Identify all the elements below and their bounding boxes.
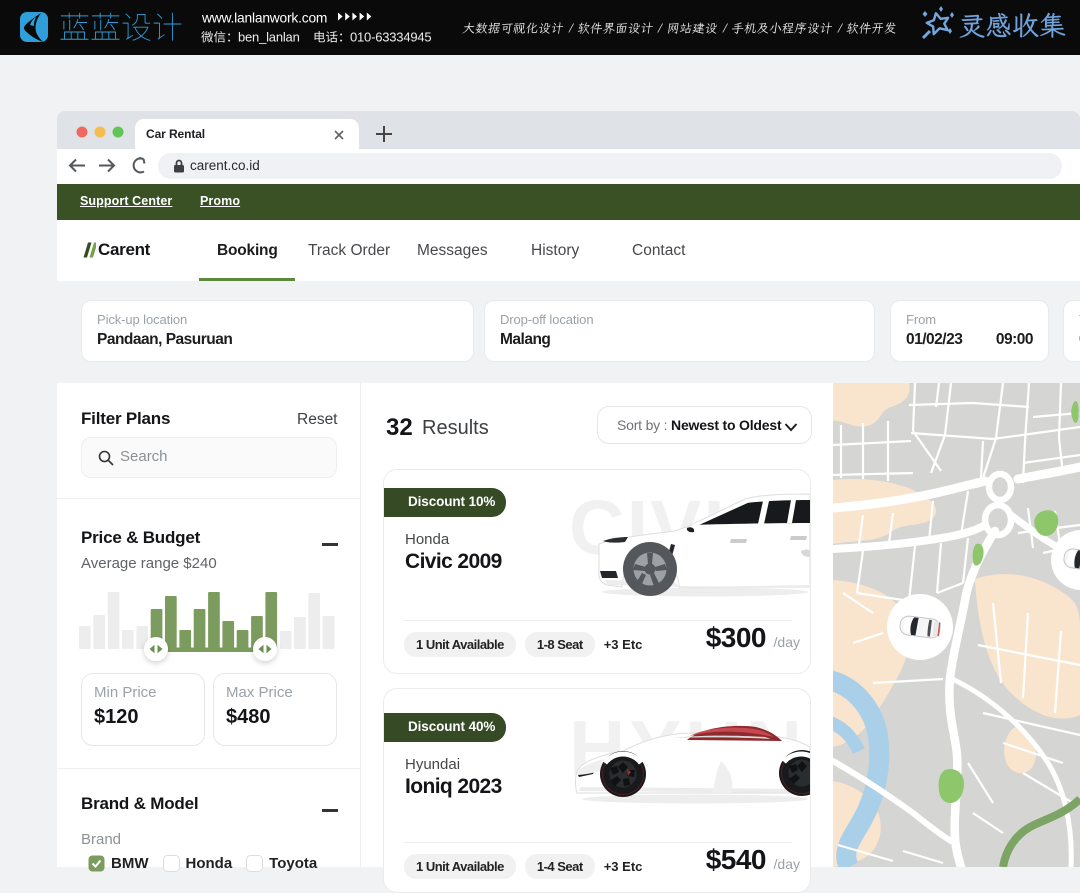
svg-text:ben_lanlan: ben_lanlan [238,30,300,45]
svg-text:/: / [837,22,843,37]
svg-text:010-63334945: 010-63334945 [350,30,431,45]
svg-text:www.lanlanwork.com: www.lanlanwork.com [201,11,327,26]
svg-text:/: / [657,22,663,37]
svg-text:/: / [568,22,574,37]
svg-text:/: / [722,22,728,37]
